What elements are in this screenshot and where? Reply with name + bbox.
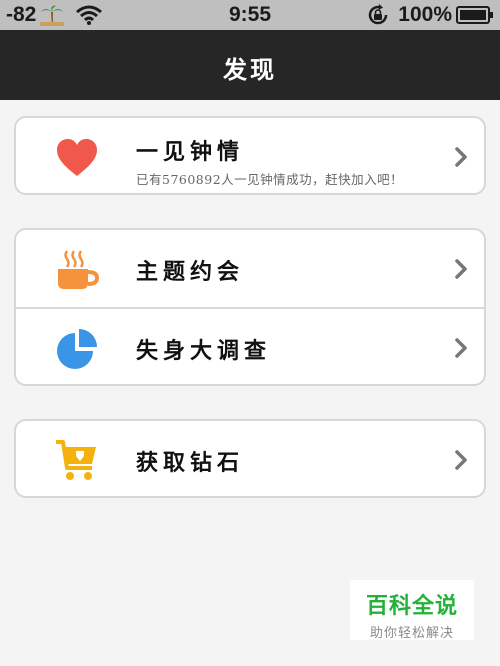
chevron-right-icon xyxy=(455,147,467,167)
watermark-subtitle: 助你轻松解决 xyxy=(369,626,454,641)
chevron-right-icon xyxy=(455,338,467,358)
group-activities: 主题约会 失身大调查 xyxy=(14,228,486,386)
coffee-cup-icon xyxy=(58,250,100,289)
shopping-cart-icon xyxy=(56,440,96,480)
row-subtitle: 已有5760892人一见钟情成功，赶快加入吧！ xyxy=(136,172,404,187)
list-item-get-diamonds[interactable]: 获取钻石 xyxy=(16,421,484,496)
row-title: 获取钻石 xyxy=(136,450,245,476)
row-title: 主题约会 xyxy=(136,259,245,285)
chevron-right-icon xyxy=(455,450,467,470)
list-item-theme-dating[interactable]: 主题约会 xyxy=(16,230,484,307)
heart-icon xyxy=(57,139,97,176)
pie-chart-icon xyxy=(57,329,97,369)
rotation-lock-icon xyxy=(369,4,388,25)
list-item-survey[interactable]: 失身大调查 xyxy=(16,307,484,384)
status-right: 100% xyxy=(366,3,494,27)
list-item-love-at-first-sight[interactable]: 一见钟情 已有5760892人一见钟情成功，赶快加入吧！ xyxy=(16,118,484,193)
battery-icon xyxy=(456,6,493,24)
navigation-bar: 发现 xyxy=(0,30,500,100)
page-title: 发现 xyxy=(223,55,277,84)
watermark-title: 百科全说 xyxy=(365,594,458,619)
group-shop: 获取钻石 xyxy=(14,419,486,498)
row-title: 失身大调查 xyxy=(136,338,272,364)
chevron-right-icon xyxy=(455,259,467,279)
watermark: 百科全说 助你轻松解决 xyxy=(350,580,474,641)
row-title: 一见钟情 xyxy=(136,139,245,165)
battery-percent: 100% xyxy=(398,3,452,26)
group-match: 一见钟情 已有5760892人一见钟情成功，赶快加入吧！ xyxy=(14,116,486,195)
status-bar: -82 9:55 100% xyxy=(0,0,500,30)
